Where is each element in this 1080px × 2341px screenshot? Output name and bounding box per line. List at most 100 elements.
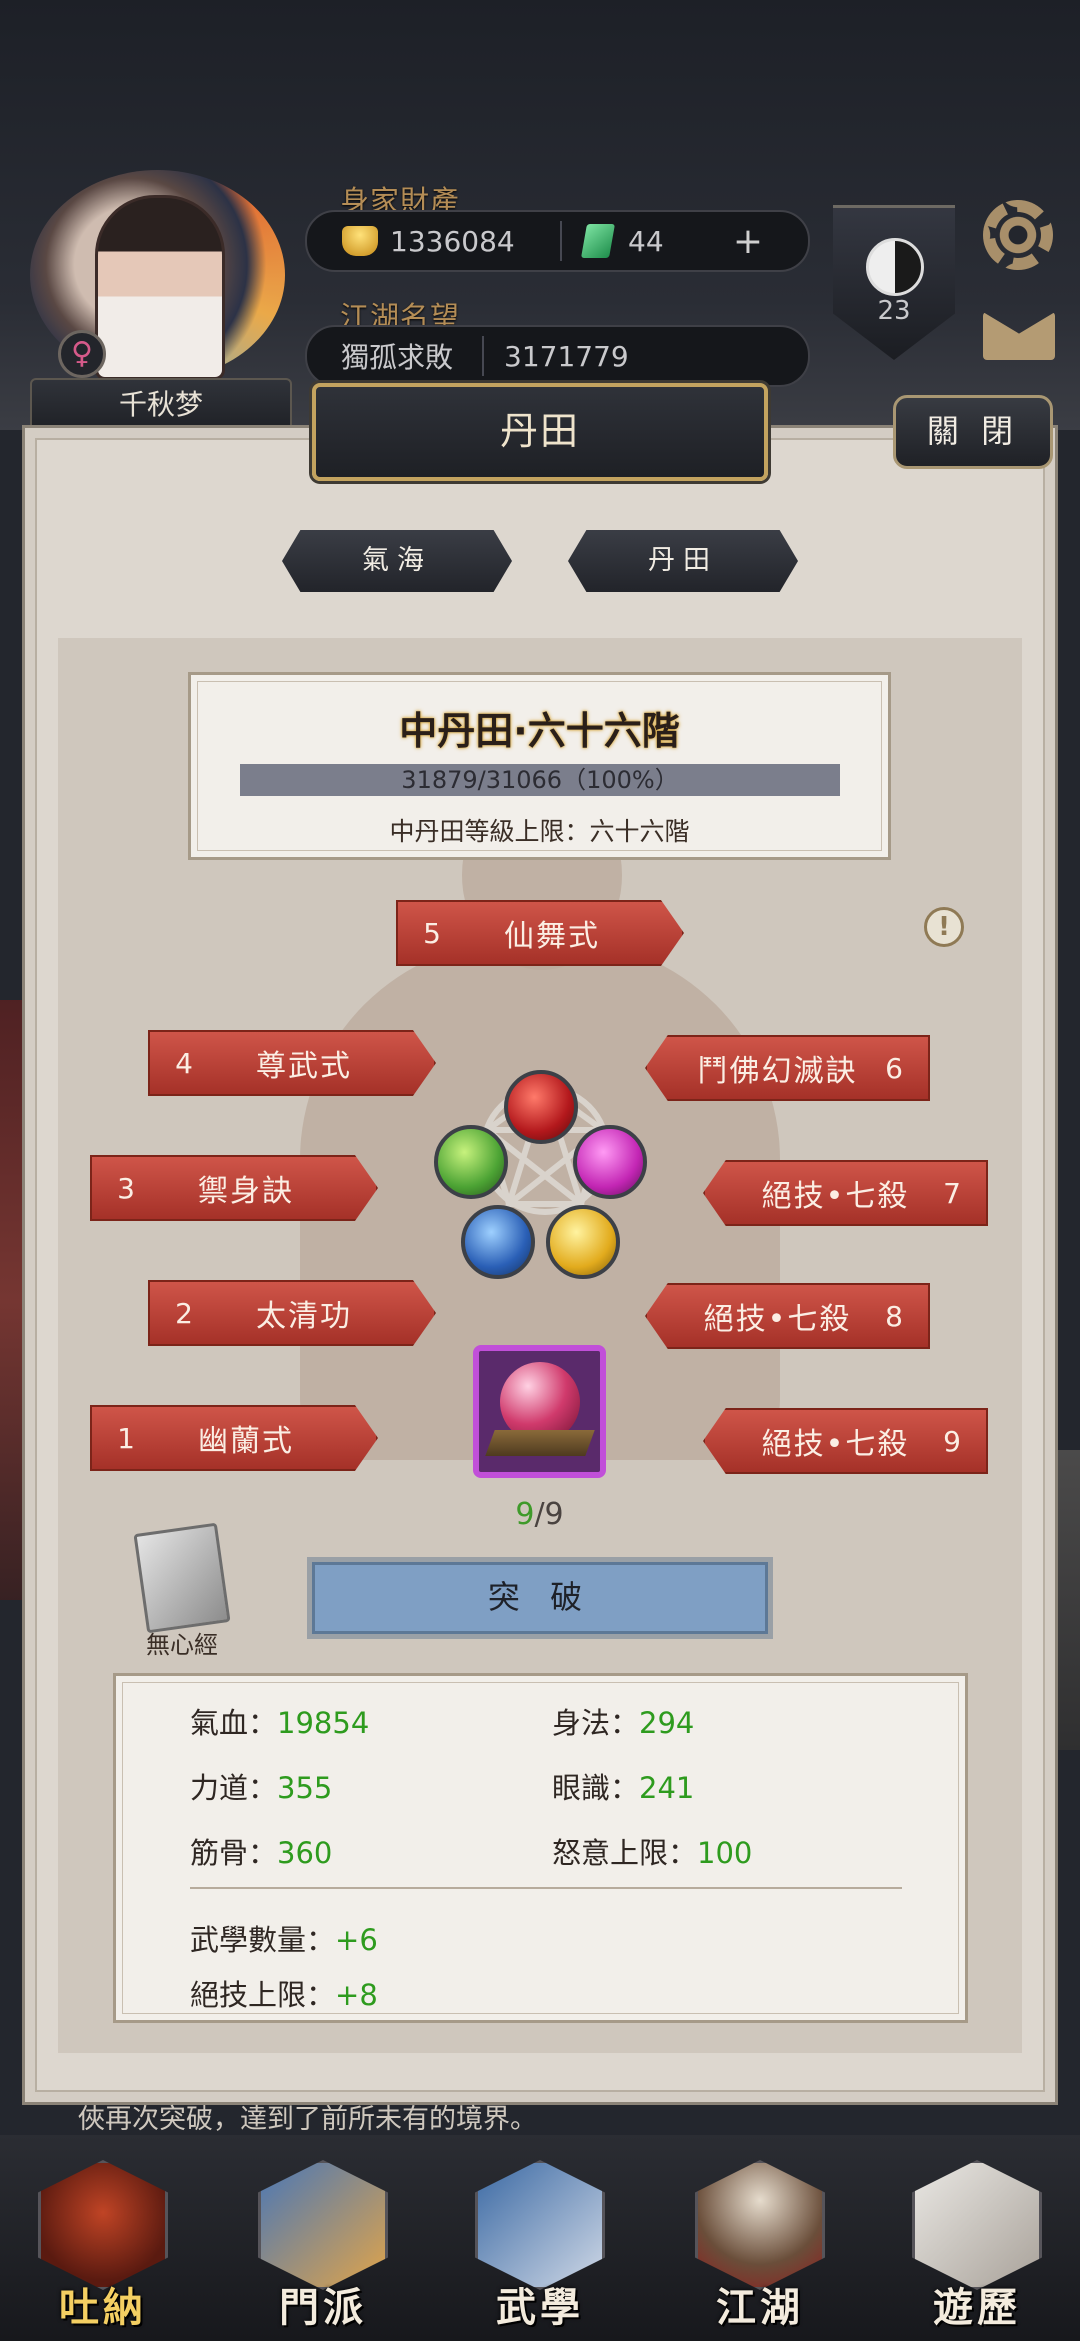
metal-gem-icon[interactable] <box>546 1205 620 1279</box>
slot-number: 1 <box>117 1421 135 1455</box>
tab-dantian[interactable]: 丹田 <box>568 530 798 592</box>
core-count-separator: / <box>534 1497 545 1532</box>
stat-rage-cap: 怒意上限：100 <box>552 1830 752 1872</box>
info-icon[interactable]: ! <box>924 907 964 947</box>
nav-sect[interactable]: 門派 <box>248 2150 398 2335</box>
nav-martial-arts[interactable]: 武學 <box>465 2150 615 2335</box>
skill-slot-8[interactable]: 8 絕技•七殺 <box>645 1283 930 1349</box>
core-count-need: 9 <box>544 1497 564 1532</box>
nav-label: 江湖 <box>716 2285 804 2331</box>
stat-value: 100 <box>697 1836 753 1870</box>
divider <box>190 1887 902 1889</box>
stat-bone: 筋骨：360 <box>190 1830 332 1872</box>
slot-number: 5 <box>423 916 441 950</box>
stat-value: +8 <box>335 1978 378 2012</box>
gold-amount: 1336084 <box>390 224 515 258</box>
stat-value: 355 <box>277 1771 333 1805</box>
slot-number: 6 <box>885 1051 903 1085</box>
nav-label: 門派 <box>279 2285 367 2331</box>
skill-slot-4[interactable]: 4 尊武式 <box>148 1030 436 1096</box>
slot-skill-name: 鬥佛幻滅訣 <box>697 1054 858 1089</box>
stat-label: 身法： <box>552 1706 640 1740</box>
stat-label: 絕技上限： <box>190 1978 336 2012</box>
close-button[interactable]: 關 閉 <box>893 395 1053 469</box>
stat-value: 294 <box>639 1706 695 1740</box>
slot-skill-name: 絕技•七殺 <box>761 1179 910 1214</box>
level-cap-text: 中丹田等級上限：六十六階 <box>389 817 690 846</box>
add-currency-button[interactable]: + <box>728 221 768 262</box>
stat-label: 力道： <box>190 1771 278 1805</box>
gear-icon[interactable] <box>983 200 1053 270</box>
slot-number: 2 <box>175 1296 193 1330</box>
stat-agility: 身法：294 <box>552 1700 694 1742</box>
skill-slot-7[interactable]: 7 絕技•七殺 <box>703 1160 988 1226</box>
divider <box>482 336 484 376</box>
skill-slot-3[interactable]: 3 禦身訣 <box>90 1155 378 1221</box>
scroll-book-icon <box>475 2160 605 2290</box>
slot-number: 7 <box>943 1176 961 1210</box>
wood-gem-icon[interactable] <box>434 1125 508 1199</box>
slot-skill-name: 禦身訣 <box>198 1174 294 1209</box>
stat-value: 360 <box>277 1836 333 1870</box>
cauldron-icon <box>38 2160 168 2290</box>
event-log-text: 俠再次突破，達到了前所未有的境界。 <box>78 2104 537 2135</box>
stat-label: 武學數量： <box>190 1923 336 1957</box>
stat-value: 19854 <box>277 1706 370 1740</box>
stat-label: 氣血： <box>190 1706 278 1740</box>
manual-label: 無心經 <box>146 1631 218 1659</box>
slot-skill-name: 絕技•七殺 <box>703 1302 852 1337</box>
jade-icon <box>581 224 615 258</box>
core-item-count: 9/9 <box>473 1497 606 1532</box>
slot-skill-name: 絕技•七殺 <box>761 1427 910 1462</box>
water-gem-icon[interactable] <box>461 1205 535 1279</box>
stat-label: 筋骨： <box>190 1836 278 1870</box>
manual-book-icon[interactable] <box>133 1522 231 1634</box>
nav-jianghu[interactable]: 江湖 <box>685 2150 835 2335</box>
skill-slot-9[interactable]: 9 絕技•七殺 <box>703 1408 988 1474</box>
fame-bar: 獨孤求敗 3171779 <box>305 325 810 387</box>
fame-value: 3171779 <box>504 339 629 373</box>
slot-number: 4 <box>175 1046 193 1080</box>
banner-icon <box>258 2160 388 2290</box>
panel-title: 丹田 <box>312 383 768 481</box>
gold-ingot-icon <box>342 226 378 256</box>
stat-strength: 力道：355 <box>190 1765 332 1807</box>
skill-slot-2[interactable]: 2 太清功 <box>148 1280 436 1346</box>
core-count-have: 9 <box>515 1497 535 1532</box>
nav-breathe[interactable]: 吐納 <box>28 2150 178 2335</box>
slot-skill-name: 尊武式 <box>256 1049 352 1084</box>
orb-stand <box>485 1430 595 1456</box>
breakthrough-button[interactable]: 突 破 <box>307 1557 773 1639</box>
straw-hat-icon <box>695 2160 825 2290</box>
progress-text: 31879/31066（100%） <box>401 766 679 794</box>
nav-label: 吐納 <box>59 2285 147 2331</box>
player-title: 獨孤求敗 <box>340 341 453 374</box>
player-name: 千秋梦 <box>30 378 292 432</box>
slot-skill-name: 太清功 <box>256 1299 352 1334</box>
rank-level: 23 <box>877 296 911 326</box>
slot-number: 8 <box>885 1299 903 1333</box>
jade-amount: 44 <box>628 224 664 258</box>
slot-skill-name: 幽蘭式 <box>198 1424 294 1459</box>
stat-label: 眼識： <box>552 1771 640 1805</box>
dantian-level-title: 中丹田·六十六階 <box>399 709 680 753</box>
slot-skill-name: 仙舞式 <box>504 919 600 954</box>
tab-qihai[interactable]: 氣海 <box>282 530 512 592</box>
avatar[interactable] <box>95 195 225 380</box>
fire-gem-icon[interactable] <box>504 1070 578 1144</box>
nav-label: 遊歷 <box>933 2285 1021 2331</box>
yinyang-icon <box>866 238 924 296</box>
stat-value: 241 <box>639 1771 695 1805</box>
slot-number: 3 <box>117 1171 135 1205</box>
divider <box>560 221 562 261</box>
stat-value: +6 <box>335 1923 378 1957</box>
nav-travel[interactable]: 遊歷 <box>902 2150 1052 2335</box>
stat-hp: 氣血：19854 <box>190 1700 369 1742</box>
skill-slot-5[interactable]: 5 仙舞式 <box>396 900 684 966</box>
skill-slot-1[interactable]: 1 幽蘭式 <box>90 1405 378 1471</box>
spirit-gem-icon[interactable] <box>573 1125 647 1199</box>
stat-label: 怒意上限： <box>552 1836 698 1870</box>
skill-slot-6[interactable]: 6 鬥佛幻滅訣 <box>645 1035 930 1101</box>
stat-ultimate-cap: 絕技上限：+8 <box>190 1972 378 2014</box>
wealth-bar: 1336084 44 + <box>305 210 810 272</box>
